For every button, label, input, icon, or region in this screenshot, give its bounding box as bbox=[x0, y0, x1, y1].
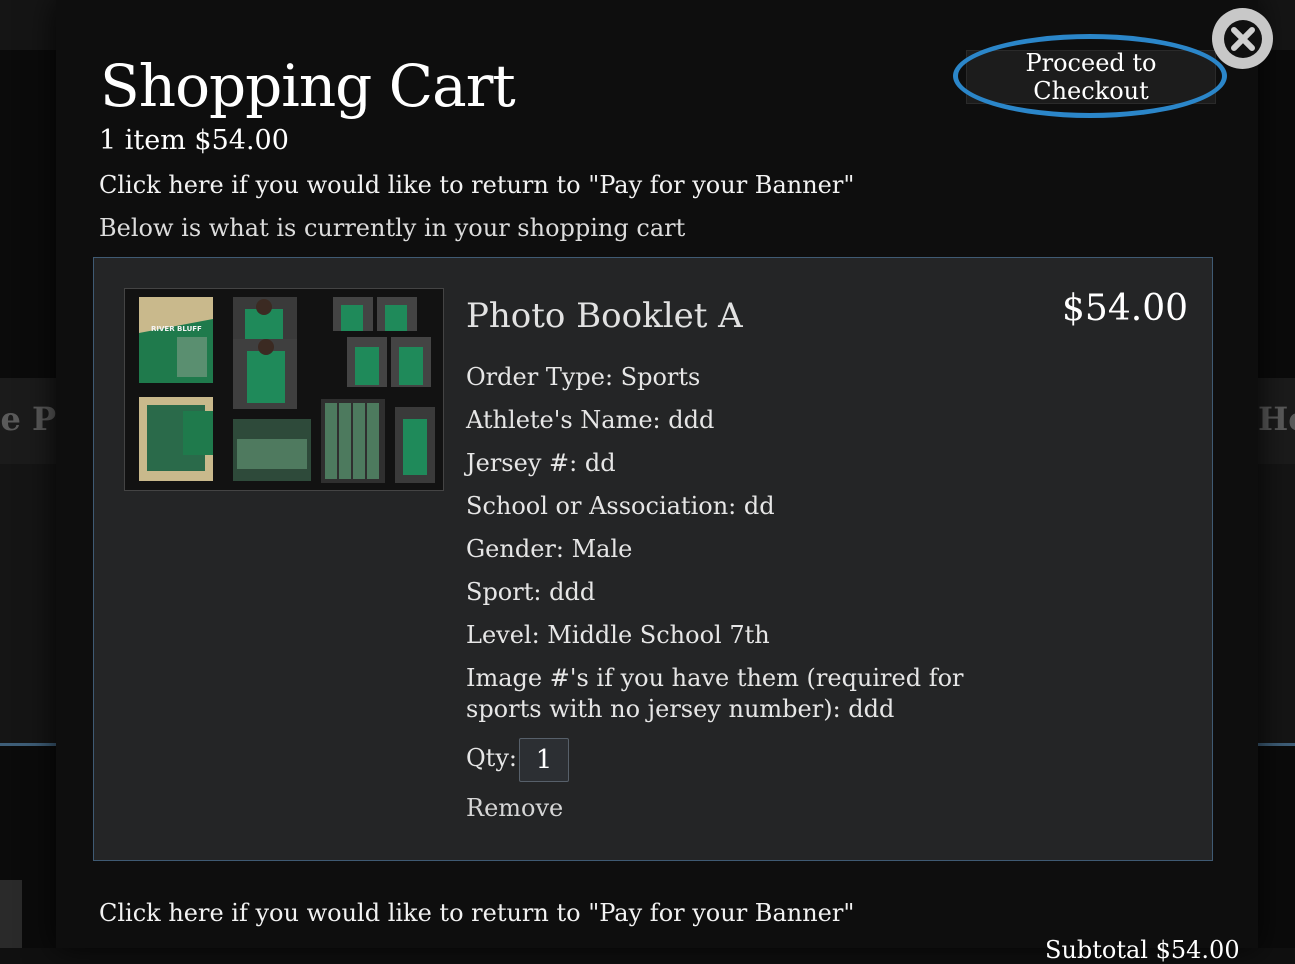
page-title: Shopping Cart bbox=[100, 52, 516, 120]
background-figure bbox=[0, 880, 22, 948]
close-icon bbox=[1223, 19, 1262, 58]
cart-summary: 1 item $54.00 bbox=[99, 125, 289, 156]
quantity-input[interactable] bbox=[519, 738, 569, 782]
attr-order-type: Order Type: Sports bbox=[466, 363, 701, 391]
cart-subtitle: Below is what is currently in your shopp… bbox=[99, 214, 686, 242]
booklet-collage-image: RIVER BLUFF bbox=[125, 289, 443, 490]
return-to-banner-link[interactable]: Click here if you would like to return t… bbox=[99, 171, 854, 199]
attr-sport: Sport: ddd bbox=[466, 578, 596, 606]
background-banner-text-right: He bbox=[1258, 400, 1295, 438]
product-name: Photo Booklet A bbox=[466, 296, 743, 336]
return-to-banner-link-bottom[interactable]: Click here if you would like to return t… bbox=[99, 899, 854, 927]
subtotal-peek: Subtotal $54.00 bbox=[1045, 936, 1240, 964]
attr-level: Level: Middle School 7th bbox=[466, 621, 770, 649]
attr-gender: Gender: Male bbox=[466, 535, 633, 563]
attr-athlete-name: Athlete's Name: ddd bbox=[466, 406, 715, 434]
thumbnail-team-label: RIVER BLUFF bbox=[151, 325, 202, 333]
product-thumbnail: RIVER BLUFF bbox=[124, 288, 444, 491]
item-price: $54.00 bbox=[1062, 288, 1188, 329]
attr-jersey-number: Jersey #: dd bbox=[466, 449, 616, 477]
qty-label: Qty: bbox=[466, 744, 517, 772]
background-banner-text-left: le P bbox=[0, 400, 56, 438]
cart-item-card: RIVER BLUFF Photo Booklet A $54.00 Order… bbox=[93, 257, 1213, 861]
attr-image-numbers: Image #'s if you have them (required for… bbox=[466, 664, 964, 723]
close-button[interactable] bbox=[1212, 8, 1273, 69]
attr-school: School or Association: dd bbox=[466, 492, 775, 520]
proceed-to-checkout-button[interactable]: Proceed to Checkout bbox=[966, 49, 1216, 105]
remove-item-link[interactable]: Remove bbox=[466, 794, 563, 822]
